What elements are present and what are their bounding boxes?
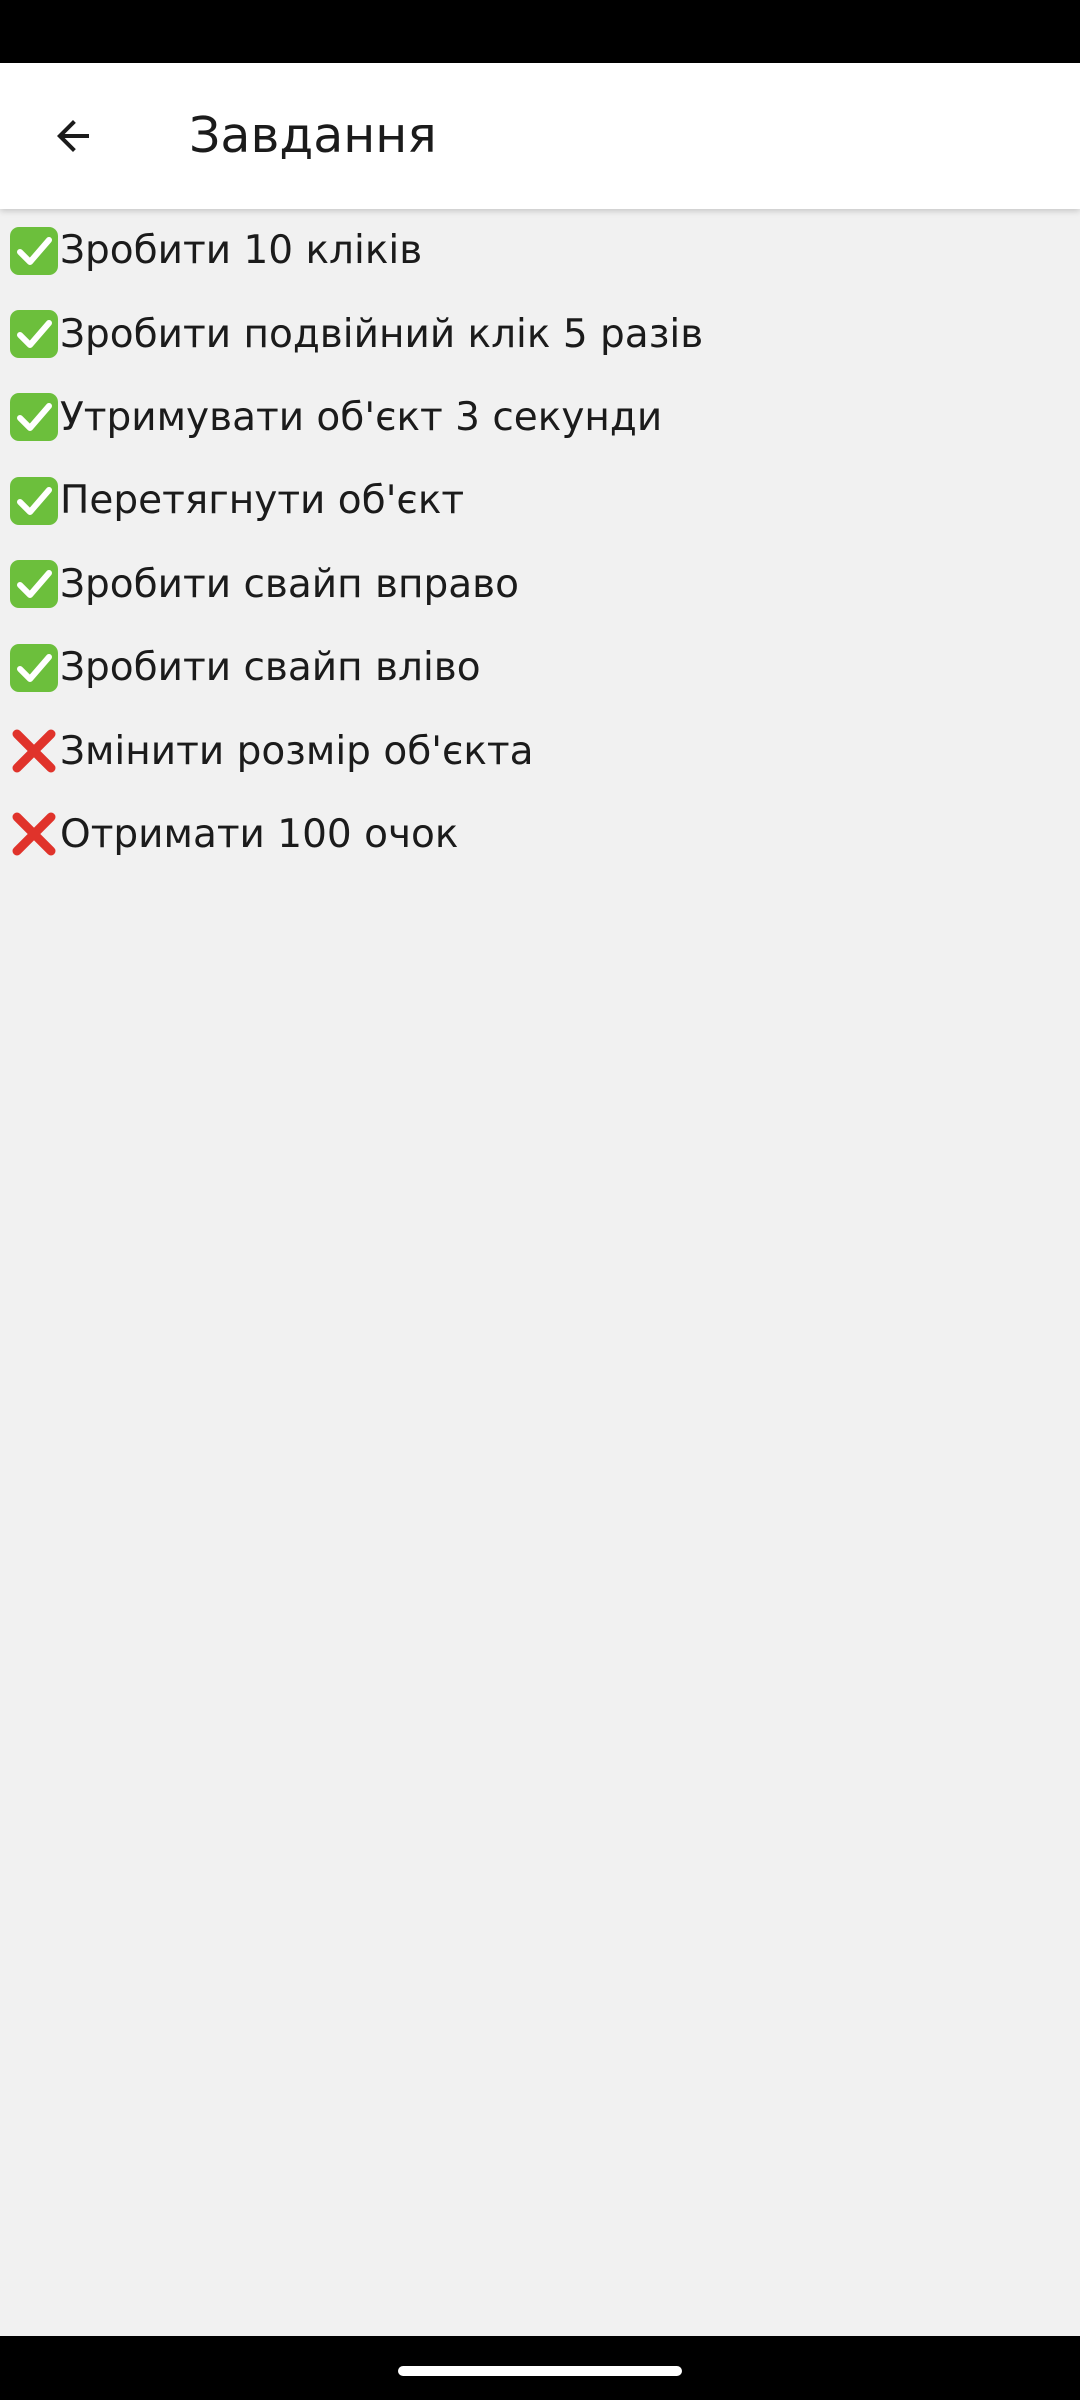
task-label: Зробити 10 кліків [60,228,423,274]
page-title: Завдання [189,107,437,164]
task-item: Змінити розмір об'єкта [0,709,1080,792]
check-mark-icon [8,225,60,277]
task-item: Зробити свайп вправо [0,543,1080,626]
task-item: Утримувати об'єкт 3 секунди [0,376,1080,459]
task-label: Зробити свайп вліво [60,645,481,691]
check-mark-icon [8,308,60,360]
home-handle[interactable] [398,2366,682,2376]
task-item: Отримати 100 очок [0,793,1080,876]
check-mark-icon [8,558,60,610]
task-label: Зробити свайп вправо [60,561,520,607]
status-bar [0,0,1080,63]
task-label: Зробити подвійний клік 5 разів [60,311,704,357]
task-label: Перетягнути об'єкт [60,478,465,524]
task-item: Зробити свайп вліво [0,626,1080,709]
cross-mark-icon [8,808,60,860]
task-label: Утримувати об'єкт 3 секунди [60,394,663,440]
app-bar: Завдання [0,63,1080,209]
task-list: Зробити 10 кліків Зробити подвійний клік… [0,209,1080,876]
task-label: Змінити розмір об'єкта [60,728,534,774]
check-mark-icon [8,391,60,443]
arrow-back-icon [49,112,97,160]
cross-mark-icon [8,725,60,777]
task-label: Отримати 100 очок [60,811,459,857]
task-item: Перетягнути об'єкт [0,459,1080,542]
task-item: Зробити подвійний клік 5 разів [0,292,1080,375]
check-mark-icon [8,475,60,527]
check-mark-icon [8,642,60,694]
back-button[interactable] [25,88,121,184]
task-item: Зробити 10 кліків [0,209,1080,292]
